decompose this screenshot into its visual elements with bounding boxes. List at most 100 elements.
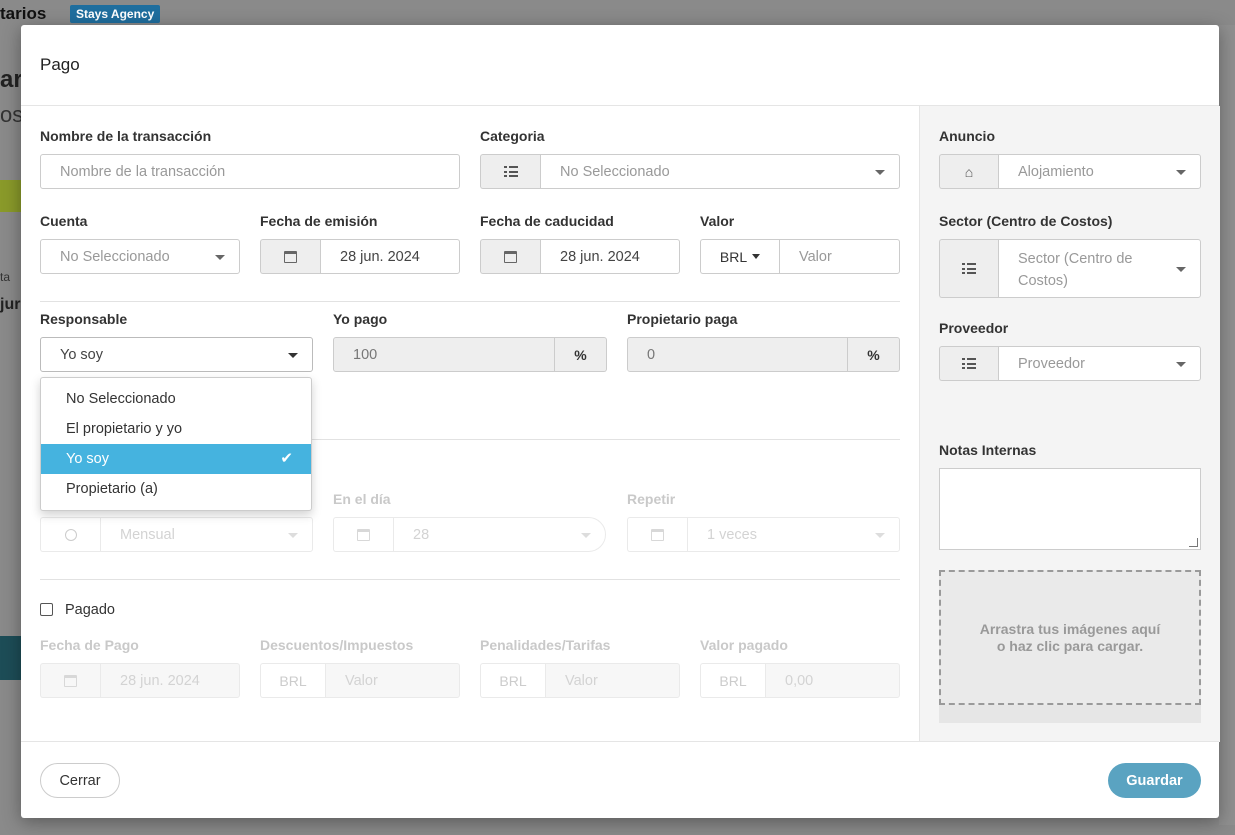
modal-header: Pago xyxy=(21,25,1219,106)
list-icon xyxy=(503,166,518,177)
paid-checkbox[interactable] xyxy=(40,603,53,616)
transaction-name-input[interactable]: Nombre de la transacción xyxy=(40,154,460,189)
penalties-group: BRL Valor xyxy=(480,663,680,698)
image-dropzone[interactable]: Arrastra tus imágenes aquí o haz clic pa… xyxy=(939,570,1201,705)
dropdown-option-selected[interactable]: Yo soy ✔ xyxy=(41,444,311,474)
notes-textarea[interactable] xyxy=(939,468,1201,550)
responsible-select[interactable]: Yo soy xyxy=(40,337,313,372)
calendar-icon xyxy=(64,674,77,687)
listing-label: Anuncio xyxy=(939,128,995,144)
chevron-down-icon xyxy=(288,352,298,358)
amount-group: BRL Valor xyxy=(700,239,900,274)
discounts-currency: BRL xyxy=(260,663,325,698)
clock-icon xyxy=(64,528,77,541)
account-select[interactable]: No Seleccionado xyxy=(40,239,240,274)
penalties-placeholder: Valor xyxy=(565,672,598,689)
due-date-picker[interactable]: 28 jun. 2024 xyxy=(480,239,680,274)
due-date-addon[interactable] xyxy=(480,239,540,274)
dropdown-option[interactable]: El propietario y yo xyxy=(41,414,311,444)
bg-date: jur xyxy=(0,296,21,313)
amount-label: Valor xyxy=(700,213,735,229)
repeat-select[interactable]: 1 veces xyxy=(627,517,900,552)
notes-label: Notas Internas xyxy=(939,442,1037,458)
issue-date-addon[interactable] xyxy=(260,239,320,274)
chevron-down-icon xyxy=(875,532,885,538)
category-label: Categoria xyxy=(480,128,545,144)
chevron-down-icon xyxy=(215,254,225,260)
bg-refresh-button xyxy=(0,636,22,680)
listing-addon: ⌂ xyxy=(939,154,998,189)
account-field[interactable]: No Seleccionado xyxy=(40,239,240,274)
day-select[interactable]: 28 xyxy=(333,517,606,552)
calendar-icon xyxy=(651,528,664,541)
day-field[interactable]: 28 xyxy=(393,517,606,552)
issue-date-picker[interactable]: 28 jun. 2024 xyxy=(260,239,460,274)
chevron-down-icon xyxy=(1176,361,1186,367)
provider-placeholder: Proveedor xyxy=(1018,355,1085,372)
bg-label: ta xyxy=(0,270,11,284)
sector-field[interactable]: Sector (Centro de Costos) xyxy=(998,239,1201,298)
i-pay-input[interactable]: 100 xyxy=(333,337,555,372)
owner-pays-group: 0 % xyxy=(627,337,900,372)
resize-handle-icon[interactable] xyxy=(1189,538,1198,547)
account-value: No Seleccionado xyxy=(60,248,170,265)
transaction-name-label: Nombre de la transacción xyxy=(40,128,212,144)
sector-select[interactable]: Sector (Centro de Costos) xyxy=(939,239,1201,298)
list-icon xyxy=(962,358,976,369)
responsible-field[interactable]: Yo soy xyxy=(40,337,313,372)
category-field[interactable]: No Seleccionado xyxy=(540,154,900,189)
owner-pays-input[interactable]: 0 xyxy=(627,337,848,372)
close-button[interactable]: Cerrar xyxy=(40,763,120,798)
frequency-addon xyxy=(40,517,100,552)
chevron-down-icon xyxy=(288,532,298,538)
provider-field[interactable]: Proveedor xyxy=(998,346,1201,381)
payment-date-label: Fecha de Pago xyxy=(40,637,139,653)
dropdown-option[interactable]: Propietario (a) xyxy=(41,474,311,504)
listing-placeholder: Alojamiento xyxy=(1018,163,1094,180)
sector-placeholder-line2: Costos) xyxy=(1018,273,1068,289)
listing-field[interactable]: Alojamiento xyxy=(998,154,1201,189)
category-select[interactable]: No Seleccionado xyxy=(480,154,900,189)
frequency-select[interactable]: Mensual xyxy=(40,517,313,552)
calendar-icon xyxy=(504,250,517,263)
currency-dropdown[interactable]: BRL xyxy=(700,239,779,274)
repeat-field[interactable]: 1 veces xyxy=(687,517,900,552)
penalties-input[interactable]: Valor xyxy=(545,663,680,698)
bg-green-button xyxy=(0,180,22,212)
paid-amount-input[interactable]: 0,00 xyxy=(765,663,900,698)
issue-date-field[interactable]: 28 jun. 2024 xyxy=(320,239,460,274)
divider xyxy=(40,301,900,302)
amount-input[interactable]: Valor xyxy=(779,239,900,274)
discounts-label: Descuentos/Impuestos xyxy=(260,637,414,653)
due-date-value: 28 jun. 2024 xyxy=(560,248,640,265)
responsible-dropdown: No Seleccionado El propietario y yo Yo s… xyxy=(40,377,312,511)
payment-date-field[interactable]: 28 jun. 2024 xyxy=(100,663,240,698)
discounts-group: BRL Valor xyxy=(260,663,460,698)
percent-addon: % xyxy=(555,337,607,372)
payment-date-value: 28 jun. 2024 xyxy=(120,672,200,689)
provider-label: Proveedor xyxy=(939,320,1009,336)
category-addon xyxy=(480,154,540,189)
save-button[interactable]: Guardar xyxy=(1108,763,1201,798)
discounts-input[interactable]: Valor xyxy=(325,663,460,698)
repeat-addon xyxy=(627,517,687,552)
bg-agency-badge: Stays Agency xyxy=(70,5,161,23)
dropzone-line2: o haz clic para cargar. xyxy=(996,637,1144,654)
currency-value: BRL xyxy=(719,248,748,265)
sector-placeholder-line1: Sector (Centro de xyxy=(1018,251,1133,267)
account-label: Cuenta xyxy=(40,213,88,229)
dropzone-footer xyxy=(939,705,1201,723)
payment-date-addon xyxy=(40,663,100,698)
provider-select[interactable]: Proveedor xyxy=(939,346,1201,381)
due-date-field[interactable]: 28 jun. 2024 xyxy=(540,239,680,274)
responsible-value: Yo soy xyxy=(60,346,103,363)
listing-select[interactable]: ⌂ Alojamiento xyxy=(939,154,1201,189)
chevron-down-icon xyxy=(1176,169,1186,175)
chevron-down-icon xyxy=(1176,266,1186,272)
calendar-icon xyxy=(357,528,370,541)
provider-addon xyxy=(939,346,998,381)
frequency-field[interactable]: Mensual xyxy=(100,517,313,552)
dropdown-option[interactable]: No Seleccionado xyxy=(41,384,311,414)
payment-date-picker[interactable]: 28 jun. 2024 xyxy=(40,663,240,698)
sector-addon xyxy=(939,239,998,298)
